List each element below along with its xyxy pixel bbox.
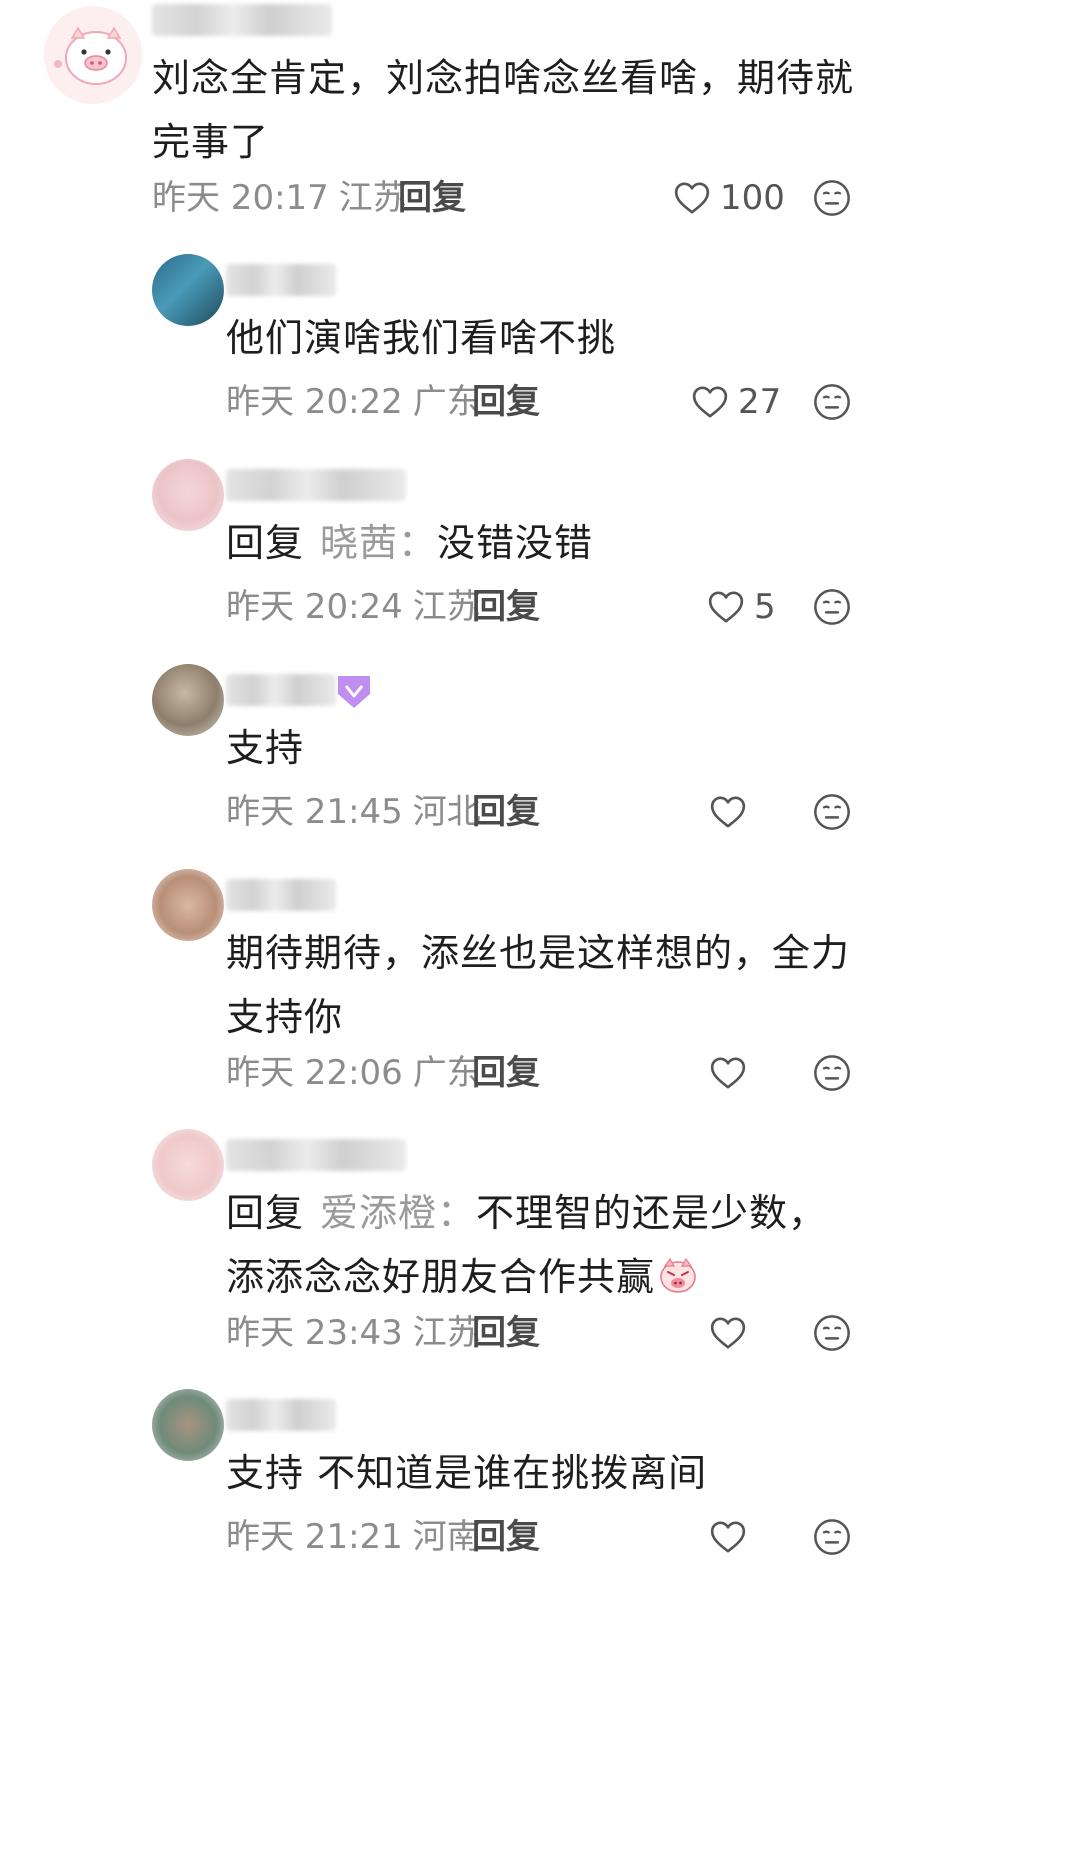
heart-icon: [690, 382, 730, 422]
like-count: 100: [720, 178, 785, 218]
comment-text: 刘念全肯定，刘念拍啥念丝看啥，期待就完事了: [152, 46, 867, 174]
neutral-face-icon[interactable]: [812, 1313, 852, 1353]
comment-location: 河北: [412, 792, 481, 832]
comment-location: 广东: [412, 382, 481, 422]
comment-meta: 昨天 21:45 河北: [226, 790, 481, 834]
neutral-face-icon[interactable]: [812, 1053, 852, 1093]
username-blurred[interactable]: [226, 1139, 406, 1171]
comment-body: 不理智的还是少数，添添念念好朋友合作共赢: [226, 1191, 828, 1299]
angry-pig-emoji-icon: [660, 1257, 696, 1293]
like-button[interactable]: [708, 1051, 748, 1095]
comment-time: 昨天 21:21: [226, 1517, 403, 1557]
username-blurred[interactable]: [226, 264, 336, 296]
like-button[interactable]: [708, 1515, 748, 1559]
avatar[interactable]: [152, 664, 224, 736]
comment-body: 期待期待，添丝也是这样想的，全力支持你: [226, 931, 851, 1039]
avatar[interactable]: [152, 1389, 224, 1461]
comment-time: 昨天 22:06: [226, 1053, 403, 1093]
reply-button[interactable]: 回复: [472, 790, 540, 834]
heart-icon: [708, 792, 748, 832]
comment-text: 期待期待，添丝也是这样想的，全力支持你: [226, 921, 866, 1049]
comment-body: 他们演啥我们看啥不挑: [226, 316, 617, 360]
like-button[interactable]: 5: [706, 585, 776, 629]
comment-location: 江苏: [338, 178, 407, 218]
comment-meta: 昨天 23:43 江苏: [226, 1311, 481, 1355]
comment-meta: 昨天 20:17 江苏: [152, 176, 407, 220]
reply-target-user[interactable]: 晓茜：: [320, 521, 437, 565]
reply-prefix: 回复: [226, 521, 305, 565]
comment-time: 昨天 23:43: [226, 1313, 403, 1353]
comment-body: 没错没错: [437, 521, 594, 565]
heart-icon: [708, 1517, 748, 1557]
heart-icon: [708, 1313, 748, 1353]
reply-item: 期待期待，添丝也是这样想的，全力支持你 昨天 22:06 广东 回复: [0, 855, 1079, 1115]
reply-button[interactable]: 回复: [472, 585, 540, 629]
username-blurred[interactable]: [152, 4, 332, 36]
comment-location: 江苏: [412, 587, 481, 627]
like-button[interactable]: [708, 790, 748, 834]
username-blurred[interactable]: [226, 674, 336, 706]
comment-text: 支持 不知道是谁在挑拨离间: [226, 1441, 866, 1505]
username-blurred[interactable]: [226, 1399, 336, 1431]
comment-time: 昨天 20:17: [152, 178, 329, 218]
like-button[interactable]: 100: [672, 176, 785, 220]
avatar[interactable]: [152, 869, 224, 941]
comment-item: 刘念全肯定，刘念拍啥念丝看啥，期待就完事了 昨天 20:17 江苏 回复 100: [0, 0, 1079, 240]
comment-time: 昨天 21:45: [226, 792, 403, 832]
like-count: 27: [738, 382, 782, 422]
reply-button[interactable]: 回复: [472, 1051, 540, 1095]
comment-location: 广东: [412, 1053, 481, 1093]
reply-item: 支持 不知道是谁在挑拨离间 昨天 21:21 河南 回复: [0, 1375, 1079, 1580]
reply-prefix: 回复: [226, 1191, 305, 1235]
username-blurred[interactable]: [226, 879, 336, 911]
reply-item: 回复 爱添橙：不理智的还是少数，添添念念好朋友合作共赢 昨天 23:43 江苏 回复: [0, 1115, 1079, 1375]
like-button[interactable]: [708, 1311, 748, 1355]
reply-item: 回复 晓茜：没错没错 昨天 20:24 江苏 回复 5: [0, 445, 1079, 650]
heart-icon: [708, 1053, 748, 1093]
comment-text: 回复 爱添橙：不理智的还是少数，添添念念好朋友合作共赢: [226, 1181, 866, 1309]
heart-icon: [672, 178, 712, 218]
reply-button[interactable]: 回复: [472, 380, 540, 424]
avatar[interactable]: [152, 459, 224, 531]
pig-avatar-icon: [44, 6, 142, 104]
like-button[interactable]: 27: [690, 380, 781, 424]
neutral-face-icon[interactable]: [812, 178, 852, 218]
comment-time: 昨天 20:22: [226, 382, 403, 422]
neutral-face-icon[interactable]: [812, 792, 852, 832]
neutral-face-icon[interactable]: [812, 1517, 852, 1557]
username-blurred[interactable]: [226, 469, 406, 501]
comment-meta: 昨天 22:06 广东: [226, 1051, 481, 1095]
avatar[interactable]: [152, 254, 224, 326]
avatar[interactable]: [152, 1129, 224, 1201]
comment-text: 他们演啥我们看啥不挑: [226, 306, 866, 370]
reply-item: 他们演啥我们看啥不挑 昨天 20:22 广东 回复 27: [0, 240, 1079, 445]
neutral-face-icon[interactable]: [812, 587, 852, 627]
comment-body: 支持: [226, 726, 305, 770]
reply-button[interactable]: 回复: [472, 1515, 540, 1559]
reply-item: 支持 昨天 21:45 河北 回复: [0, 650, 1079, 855]
heart-icon: [706, 587, 746, 627]
comment-text: 支持: [226, 716, 866, 780]
like-count: 5: [754, 587, 776, 627]
reply-button[interactable]: 回复: [398, 176, 466, 220]
comment-location: 江苏: [412, 1313, 481, 1353]
comment-location: 河南: [412, 1517, 481, 1557]
comment-meta: 昨天 20:22 广东: [226, 380, 481, 424]
comment-body: 刘念全肯定，刘念拍啥念丝看啥，期待就完事了: [152, 56, 855, 164]
avatar[interactable]: [44, 6, 142, 104]
comment-time: 昨天 20:24: [226, 587, 403, 627]
comment-meta: 昨天 21:21 河南: [226, 1515, 481, 1559]
comment-body: 支持 不知道是谁在挑拨离间: [226, 1451, 708, 1495]
comment-meta: 昨天 20:24 江苏: [226, 585, 481, 629]
reply-button[interactable]: 回复: [472, 1311, 540, 1355]
vip-badge-icon: [338, 676, 370, 708]
neutral-face-icon[interactable]: [812, 382, 852, 422]
comment-text: 回复 晓茜：没错没错: [226, 511, 866, 575]
reply-target-user[interactable]: 爱添橙：: [320, 1191, 476, 1235]
